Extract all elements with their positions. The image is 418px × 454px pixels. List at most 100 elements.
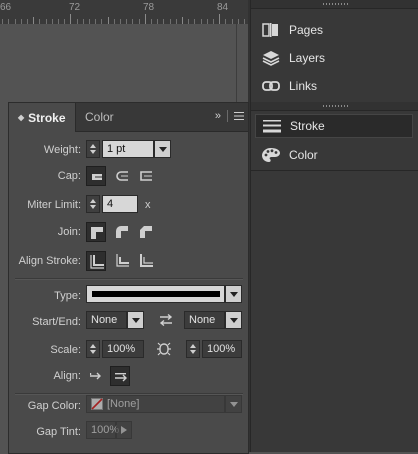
end-scale-stepper[interactable] [186, 340, 200, 358]
stroke-icon [262, 116, 282, 136]
miter-limit-stepper[interactable] [86, 195, 100, 213]
links-icon [261, 76, 281, 96]
align-stroke-center-icon [90, 255, 104, 269]
stroke-panel: ◆ Stroke Color » Weight: 1 pt Cap: Miter… [8, 102, 249, 454]
end-arrowhead-field[interactable]: None [184, 311, 225, 329]
butt-cap-icon [92, 174, 102, 180]
ruler-tick [219, 14, 220, 24]
ruler-tick [70, 14, 71, 24]
align-stroke-outside-icon [140, 254, 153, 267]
gap-tint-slider-button[interactable] [116, 421, 132, 439]
dock-item-links[interactable]: Links [255, 74, 413, 98]
dock-item-label: Color [289, 148, 318, 162]
gap-tint-label: Gap Tint: [36, 426, 81, 438]
ruler-label: 66 [0, 2, 12, 13]
join-label: Join: [57, 226, 81, 238]
projecting-cap-icon [140, 171, 152, 181]
stroke-type-dropdown-button[interactable] [225, 285, 242, 303]
weight-dropdown-button[interactable] [154, 140, 171, 158]
start-arrowhead-dropdown-button[interactable] [127, 311, 144, 329]
tab-label: Color [85, 110, 114, 124]
align-stroke-outside-button[interactable] [136, 251, 156, 271]
dock-item-color[interactable]: Color [255, 143, 413, 167]
ruler-label: 78 [143, 2, 155, 13]
weight-stepper[interactable] [86, 140, 100, 158]
place-arrow-tip-icon [115, 373, 127, 382]
ruler-tick [33, 17, 34, 24]
gap-color-dropdown-button[interactable] [225, 395, 242, 413]
type-label: Type: [54, 290, 81, 302]
butt-cap-button[interactable] [86, 166, 106, 186]
ruler-tick [145, 14, 146, 24]
ruler-label: 84 [217, 2, 229, 13]
stroke-type-preview [92, 291, 220, 297]
section-divider [15, 278, 243, 280]
start-arrowhead-field[interactable]: None [86, 311, 127, 329]
tab-stroke[interactable]: ◆ Stroke [9, 103, 76, 132]
weight-label: Weight: [43, 144, 81, 156]
align-stroke-inside-button[interactable] [112, 251, 132, 271]
panel-controls: » [215, 110, 244, 122]
extend-arrow-tip-icon [90, 372, 101, 380]
layers-icon [261, 48, 281, 68]
start-scale-stepper[interactable] [86, 340, 100, 358]
tab-label: Stroke [28, 110, 66, 125]
bevel-join-icon [140, 226, 152, 238]
start-scale-field[interactable]: 100% [102, 340, 144, 358]
align-stroke-center-button[interactable] [86, 251, 106, 271]
panel-tab-bar[interactable]: ◆ Stroke Color » [9, 103, 248, 132]
swap-arrowheads-icon[interactable] [159, 313, 173, 329]
round-join-button[interactable] [112, 222, 132, 242]
dock-item-stroke[interactable]: Stroke [255, 114, 413, 138]
divider [227, 110, 228, 122]
dock-item-pages[interactable]: Pages [255, 18, 413, 42]
dock-item-label: Pages [289, 23, 324, 37]
bevel-join-button[interactable] [136, 222, 156, 242]
cap-label: Cap: [57, 170, 81, 182]
link-scale-icon[interactable] [155, 340, 173, 361]
collapse-panel-icon[interactable]: » [215, 110, 221, 122]
gap-color-field[interactable]: [None] [86, 395, 225, 413]
dock-separator [251, 170, 418, 171]
round-cap-icon [116, 171, 128, 181]
scale-label: Scale: [50, 344, 81, 356]
dock-item-layers[interactable]: Layers [255, 46, 413, 70]
end-scale-field[interactable]: 100% [202, 340, 242, 358]
miter-limit-field[interactable]: 4 [102, 195, 138, 213]
miter-suffix: x [145, 199, 151, 211]
dock-grip[interactable] [251, 102, 418, 111]
none-swatch-icon [91, 398, 103, 410]
panel-menu-icon[interactable] [234, 112, 244, 120]
color-palette-icon [261, 145, 281, 165]
dock-grip[interactable] [251, 0, 418, 9]
tab-options-icon: ◆ [18, 113, 25, 122]
place-arrow-tip-button[interactable] [110, 366, 130, 386]
dock-item-label: Links [289, 79, 318, 93]
align-label: Align: [53, 370, 81, 382]
gap-color-value: [None] [107, 398, 140, 410]
start-end-label: Start/End: [32, 316, 81, 328]
miter-join-icon [91, 227, 103, 239]
round-join-icon [116, 226, 128, 238]
ruler-label: 72 [69, 2, 81, 13]
ruler-tick [182, 17, 183, 24]
end-arrowhead-dropdown-button[interactable] [225, 311, 242, 329]
weight-field[interactable]: 1 pt [102, 140, 154, 158]
miter-join-button[interactable] [86, 222, 106, 242]
align-stroke-label: Align Stroke: [18, 255, 81, 267]
align-stroke-inside-icon [116, 254, 129, 267]
tab-color[interactable]: Color [75, 103, 133, 131]
extend-arrow-tip-button[interactable] [86, 366, 106, 386]
dock-item-label: Stroke [290, 119, 325, 133]
panel-dock: Pages Layers Links Stroke Color [250, 0, 418, 452]
round-cap-button[interactable] [112, 166, 132, 186]
ruler-tick [108, 17, 109, 24]
projecting-cap-button[interactable] [136, 166, 156, 186]
gap-color-label: Gap Color: [27, 400, 81, 412]
stroke-type-field[interactable] [86, 285, 225, 303]
horizontal-ruler: 66 72 78 84 [0, 0, 248, 25]
gap-tint-field[interactable]: 100% [86, 421, 119, 439]
pages-icon [261, 20, 281, 40]
page-edge [236, 24, 237, 104]
miter-limit-label: Miter Limit: [27, 199, 81, 211]
